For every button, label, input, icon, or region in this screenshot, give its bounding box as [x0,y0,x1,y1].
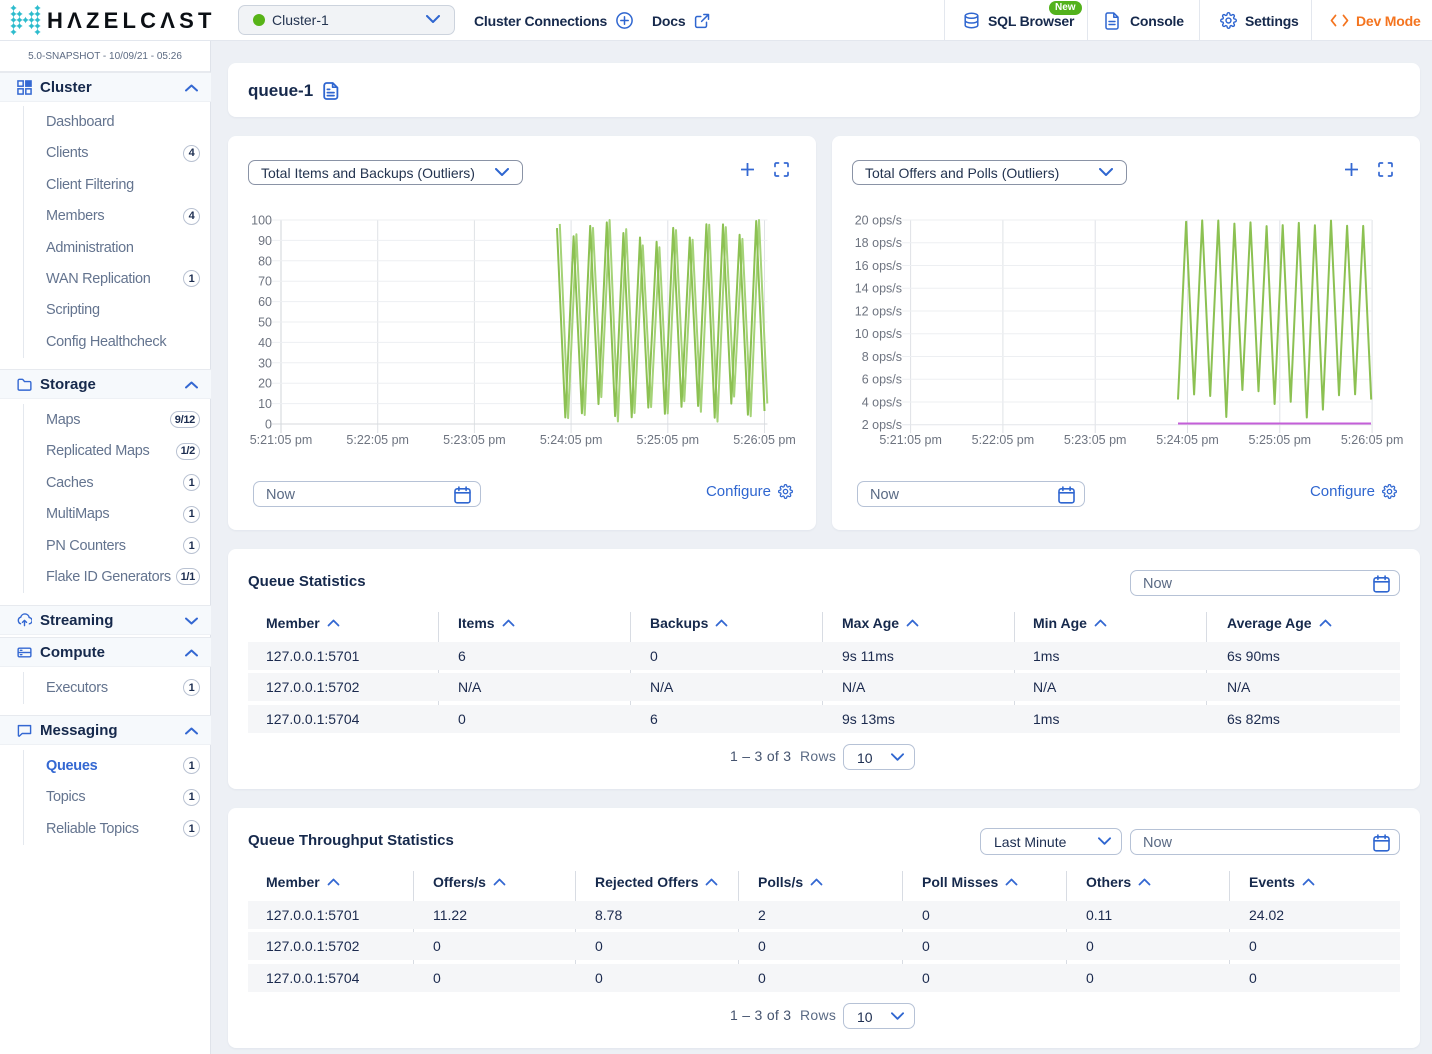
svg-text:5:23:05 pm: 5:23:05 pm [1064,433,1127,447]
svg-text:100: 100 [251,214,272,228]
svg-text:50: 50 [258,316,272,330]
svg-text:8 ops/s: 8 ops/s [862,350,902,364]
svg-text:20: 20 [258,377,272,391]
svg-text:80: 80 [258,254,272,268]
svg-text:5:25:05 pm: 5:25:05 pm [1249,433,1312,447]
svg-text:10 ops/s: 10 ops/s [855,327,902,341]
svg-text:90: 90 [258,234,272,248]
svg-text:6 ops/s: 6 ops/s [862,373,902,387]
svg-text:60: 60 [258,295,272,309]
svg-text:5:23:05 pm: 5:23:05 pm [443,433,506,447]
svg-text:20 ops/s: 20 ops/s [855,214,902,228]
svg-text:5:24:05 pm: 5:24:05 pm [1156,433,1219,447]
svg-text:70: 70 [258,275,272,289]
svg-text:10: 10 [258,397,272,411]
svg-text:5:21:05 pm: 5:21:05 pm [250,433,313,447]
svg-text:5:24:05 pm: 5:24:05 pm [540,433,603,447]
svg-text:12 ops/s: 12 ops/s [855,305,902,319]
svg-text:4 ops/s: 4 ops/s [862,396,902,410]
svg-text:30: 30 [258,356,272,370]
svg-text:16 ops/s: 16 ops/s [855,259,902,273]
svg-text:0: 0 [265,418,272,432]
svg-text:5:26:05 pm: 5:26:05 pm [733,433,796,447]
svg-text:5:22:05 pm: 5:22:05 pm [346,433,409,447]
svg-text:18 ops/s: 18 ops/s [855,236,902,250]
svg-text:14 ops/s: 14 ops/s [855,282,902,296]
svg-text:5:22:05 pm: 5:22:05 pm [972,433,1035,447]
svg-text:5:26:05 pm: 5:26:05 pm [1341,433,1404,447]
svg-text:40: 40 [258,336,272,350]
svg-text:5:21:05 pm: 5:21:05 pm [879,433,942,447]
svg-text:5:25:05 pm: 5:25:05 pm [637,433,700,447]
svg-text:2 ops/s: 2 ops/s [862,418,902,432]
